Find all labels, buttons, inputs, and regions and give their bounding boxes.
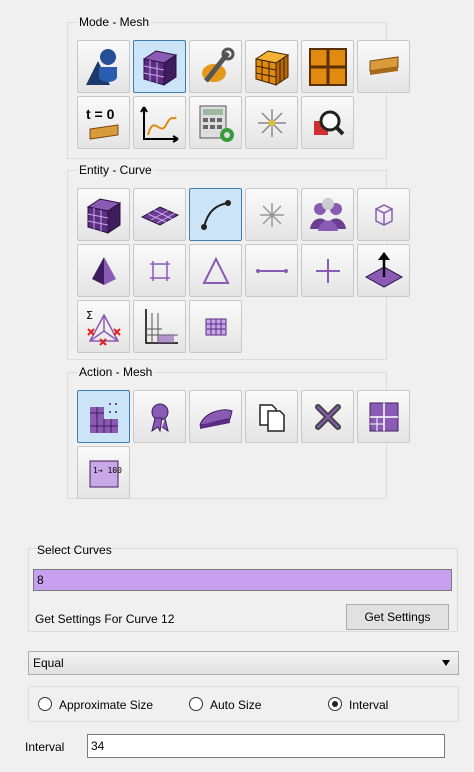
mode-geometry-button[interactable] bbox=[77, 40, 130, 93]
settings-info-text: Get Settings For Curve 12 bbox=[35, 612, 175, 626]
node-star-icon bbox=[258, 109, 286, 137]
action-delete-button[interactable] bbox=[301, 390, 354, 443]
entity-volume-wire-button[interactable] bbox=[357, 188, 410, 241]
mode-gold-cube-button[interactable] bbox=[245, 40, 298, 93]
time-zero-label: t = 0 bbox=[86, 106, 115, 122]
select-curves-title: Select Curves bbox=[37, 543, 112, 557]
calculator-icon bbox=[199, 105, 234, 142]
entity-block-button[interactable] bbox=[133, 300, 186, 353]
scheme-select[interactable]: Equal bbox=[28, 651, 459, 675]
iron-smooth-icon bbox=[199, 409, 233, 429]
chevron-down-icon bbox=[442, 660, 450, 666]
copy-icon bbox=[259, 404, 285, 432]
entity-surface-button[interactable] bbox=[133, 188, 186, 241]
pyramid-icon bbox=[92, 257, 116, 285]
quad-icon bbox=[150, 261, 170, 281]
time-zero-icon: t = 0 bbox=[86, 106, 119, 140]
mesh-action-icon bbox=[90, 403, 118, 433]
surface-strip-icon bbox=[369, 56, 399, 75]
volume-mesh-icon bbox=[86, 198, 122, 234]
mode-calculator-button[interactable] bbox=[189, 96, 242, 149]
action-copy-button[interactable] bbox=[245, 390, 298, 443]
renumber-icon: 1→ 100 bbox=[89, 460, 122, 488]
entity-sigma-button[interactable]: Σ bbox=[77, 300, 130, 353]
action-ribbon-button[interactable] bbox=[133, 390, 186, 443]
mode-time-zero-button[interactable]: t = 0 bbox=[77, 96, 130, 149]
approximate-size-radio[interactable] bbox=[38, 697, 52, 711]
approximate-size-label[interactable]: Approximate Size bbox=[59, 697, 153, 713]
surface-mesh-icon bbox=[140, 206, 180, 226]
mode-grid-button[interactable] bbox=[301, 40, 354, 93]
entity-groups-button[interactable] bbox=[301, 188, 354, 241]
block-grid-icon bbox=[145, 309, 178, 344]
refine-icon bbox=[369, 402, 399, 432]
curve-icon bbox=[201, 200, 231, 230]
entity-vertex-button[interactable] bbox=[245, 188, 298, 241]
edge-icon bbox=[256, 269, 288, 273]
ribbon-icon bbox=[151, 403, 169, 433]
entity-normal-button[interactable] bbox=[357, 244, 410, 297]
node-cross-icon bbox=[316, 259, 340, 283]
entity-quad-button[interactable] bbox=[133, 244, 186, 297]
gold-cube-icon bbox=[254, 50, 290, 86]
tools-icon bbox=[202, 47, 235, 83]
volume-wire-icon bbox=[375, 204, 393, 226]
entity-node-button[interactable] bbox=[301, 244, 354, 297]
action-renumber-button[interactable]: 1→ 100 bbox=[77, 446, 130, 499]
action-group-title: Action - Mesh bbox=[77, 364, 155, 380]
entity-volume-button[interactable] bbox=[77, 188, 130, 241]
get-settings-button[interactable]: Get Settings bbox=[346, 604, 449, 630]
auto-size-radio[interactable] bbox=[189, 697, 203, 711]
groups-icon bbox=[310, 198, 346, 231]
vertex-star-icon bbox=[260, 203, 284, 227]
plot-icon bbox=[140, 106, 179, 143]
action-smooth-button[interactable] bbox=[189, 390, 242, 443]
geometry-icon bbox=[86, 49, 117, 85]
mode-plot-button[interactable] bbox=[133, 96, 186, 149]
triangle-icon bbox=[202, 256, 230, 284]
entity-table-button[interactable] bbox=[189, 300, 242, 353]
entity-triangle-button[interactable] bbox=[189, 244, 242, 297]
scheme-value: Equal bbox=[33, 656, 64, 670]
mode-surface-button[interactable] bbox=[357, 40, 410, 93]
renumber-label: 1→ 100 bbox=[93, 466, 122, 475]
entity-curve-button[interactable] bbox=[189, 188, 242, 241]
action-refine-button[interactable] bbox=[357, 390, 410, 443]
interval-radio[interactable] bbox=[328, 697, 342, 711]
search-magnify-icon bbox=[314, 110, 345, 136]
interval-label: Interval bbox=[25, 740, 65, 754]
mode-search-button[interactable] bbox=[301, 96, 354, 149]
grid-icon bbox=[309, 48, 347, 86]
sigma-label: Σ bbox=[86, 309, 93, 322]
sigma-network-icon: Σ bbox=[86, 309, 121, 346]
interval-radio-label[interactable]: Interval bbox=[349, 697, 388, 713]
mode-group-title: Mode - Mesh bbox=[77, 14, 152, 30]
entity-group-title: Entity - Curve bbox=[77, 162, 154, 178]
action-mesh-button[interactable] bbox=[77, 390, 130, 443]
normal-plane-icon bbox=[364, 252, 404, 288]
entity-edge-button[interactable] bbox=[245, 244, 298, 297]
delete-x-icon bbox=[315, 404, 341, 430]
auto-size-label[interactable]: Auto Size bbox=[210, 697, 261, 713]
entity-pyramid-button[interactable] bbox=[77, 244, 130, 297]
mode-node-button[interactable] bbox=[245, 96, 298, 149]
mode-tools-button[interactable] bbox=[189, 40, 242, 93]
table-grid-icon bbox=[205, 318, 227, 336]
mesh-cube-icon bbox=[142, 50, 178, 86]
curve-select-input[interactable]: 8 bbox=[33, 569, 452, 591]
interval-input[interactable]: 34 bbox=[87, 734, 445, 758]
mode-mesh-button[interactable] bbox=[133, 40, 186, 93]
